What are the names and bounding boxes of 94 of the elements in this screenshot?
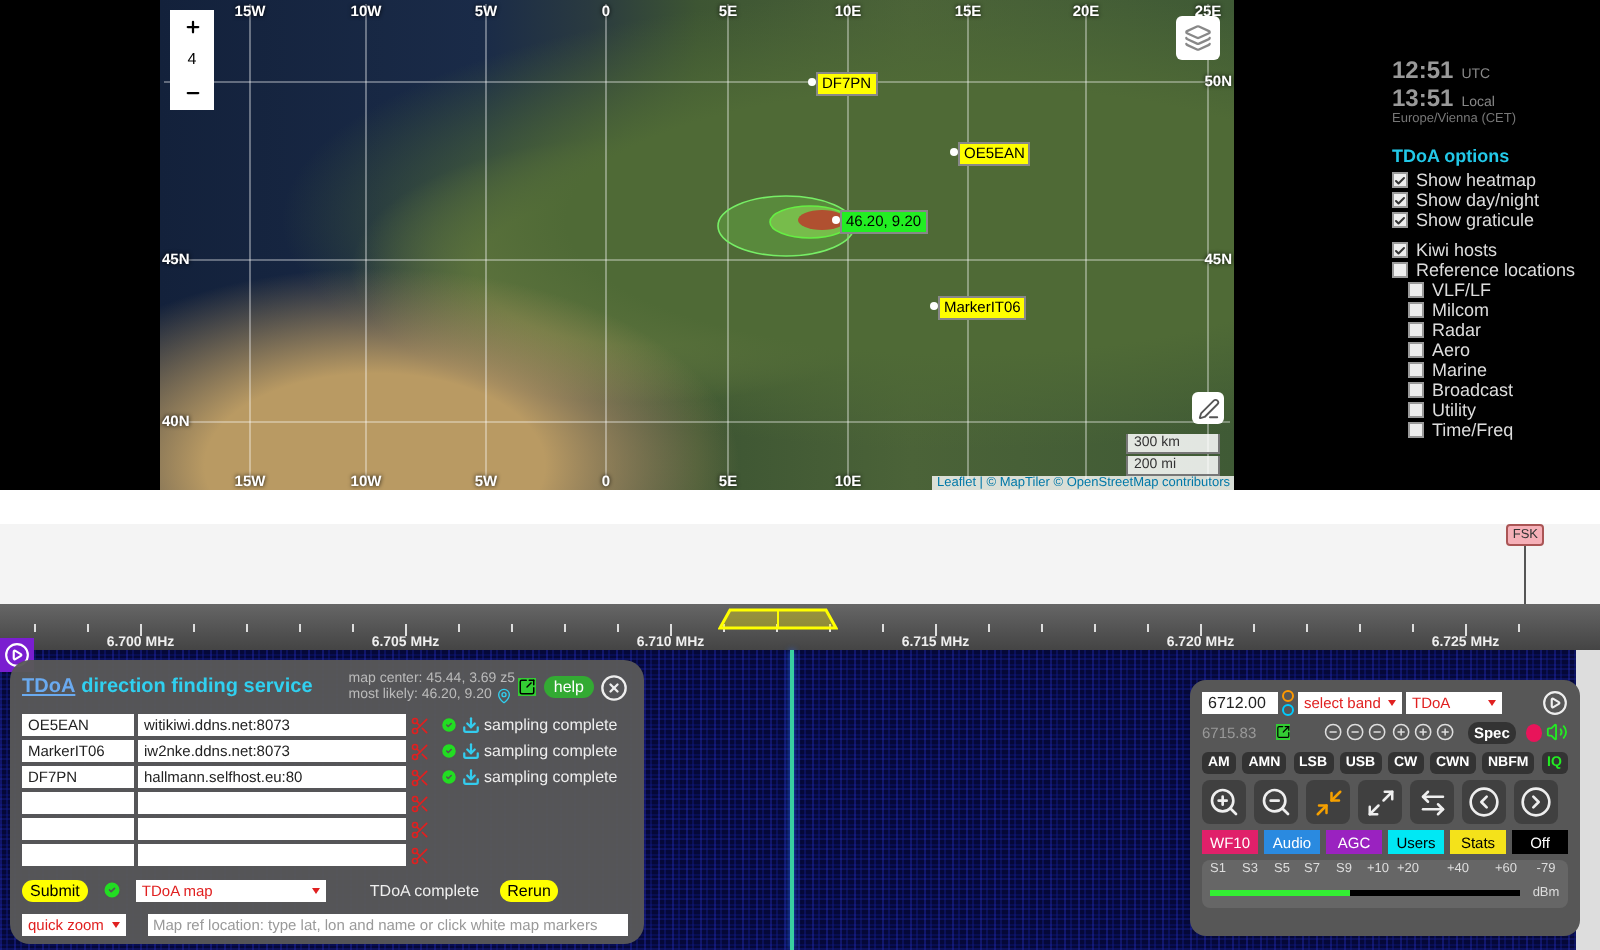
- checkbox[interactable]: [1392, 212, 1408, 228]
- zoom-step-in-icon[interactable]: [1435, 722, 1454, 742]
- panel-title: direction finding service: [81, 676, 313, 698]
- zoom-step-out-icon[interactable]: [1346, 722, 1365, 742]
- checkbox[interactable]: [1408, 322, 1424, 338]
- zoom-out-button[interactable]: [1254, 780, 1298, 824]
- download-icon[interactable]: [462, 768, 480, 786]
- frequency-field[interactable]: 6712.00: [1202, 691, 1278, 713]
- option-label: Marine: [1432, 360, 1488, 380]
- marker-dot: [832, 216, 840, 224]
- submit-button[interactable]: Submit: [22, 879, 88, 901]
- host-url-field[interactable]: [138, 818, 406, 840]
- layers-icon: [1184, 24, 1212, 52]
- download-icon[interactable]: [462, 716, 480, 734]
- status-text: sampling complete: [484, 716, 618, 734]
- host-url-field[interactable]: [138, 844, 406, 866]
- check-icon: [440, 742, 458, 760]
- chevron-right-icon: [1520, 786, 1552, 818]
- download-icon[interactable]: [462, 742, 480, 760]
- host-name-field[interactable]: [22, 792, 134, 814]
- checkbox[interactable]: [1392, 242, 1408, 258]
- checkbox[interactable]: [1408, 282, 1424, 298]
- option-label: Kiwi hosts: [1416, 240, 1498, 260]
- marker-dot: [950, 148, 958, 156]
- option-label: Aero: [1432, 340, 1471, 360]
- checkbox[interactable]: [1408, 402, 1424, 418]
- option-label: Radar: [1432, 320, 1482, 340]
- swap-button[interactable]: [1410, 780, 1454, 824]
- clock-time: 13:51: [1392, 84, 1454, 112]
- play-icon[interactable]: [1542, 689, 1568, 715]
- play-icon: [4, 642, 30, 668]
- zoom-out-icon: [1260, 786, 1292, 818]
- option-label: Show graticule: [1416, 210, 1535, 230]
- host-url-field[interactable]: [138, 792, 406, 814]
- host-name-field[interactable]: [22, 844, 134, 866]
- caret-icon: [111, 922, 120, 928]
- caret-icon: [1488, 699, 1496, 705]
- caret-icon: [311, 887, 320, 893]
- option-label: Milcom: [1432, 300, 1489, 320]
- step-down-icon[interactable]: [1282, 703, 1294, 715]
- option-label: Show heatmap: [1416, 170, 1537, 190]
- status-text: sampling complete: [484, 742, 618, 760]
- clock-time: 12:51: [1392, 56, 1454, 84]
- speaker-icon[interactable]: [1546, 720, 1569, 744]
- checkbox[interactable]: [1392, 262, 1408, 278]
- checkbox[interactable]: [1408, 302, 1424, 318]
- pen-icon: [1197, 397, 1219, 419]
- draw-button[interactable]: [1192, 392, 1224, 424]
- forward-button[interactable]: [1514, 780, 1558, 824]
- host-name-field[interactable]: [22, 818, 134, 840]
- compress-arrows-icon: [1313, 787, 1343, 817]
- back-button[interactable]: [1462, 780, 1506, 824]
- zoom-step-in-icon[interactable]: [1413, 722, 1432, 742]
- plus-icon: [183, 18, 201, 36]
- zoom-step-out-icon[interactable]: [1324, 722, 1343, 742]
- marker-dot: [930, 302, 938, 310]
- caret-icon: [1388, 699, 1396, 705]
- check-icon: [440, 716, 458, 734]
- open-icon[interactable]: [517, 678, 536, 696]
- option-label: VLF/LF: [1432, 280, 1492, 300]
- zoom-in-icon: [1208, 786, 1240, 818]
- passband-drawing: [718, 608, 838, 630]
- option-label: Broadcast: [1432, 380, 1514, 400]
- pin-icon: [495, 687, 512, 703]
- marker-dot: [808, 78, 816, 86]
- checkbox[interactable]: [1408, 362, 1424, 378]
- swap-arrows-icon: [1417, 787, 1447, 817]
- expand-button[interactable]: [1358, 780, 1402, 824]
- zoom-level: 4: [187, 48, 197, 72]
- checkbox[interactable]: [1408, 422, 1424, 438]
- compress-button[interactable]: [1306, 780, 1350, 824]
- zoom-step-out-icon[interactable]: [1368, 722, 1388, 742]
- check-icon: [101, 880, 122, 900]
- chevron-left-icon: [1468, 786, 1500, 818]
- checkbox[interactable]: [1408, 382, 1424, 398]
- step-up-icon[interactable]: [1282, 689, 1294, 701]
- check-icon: [440, 768, 458, 786]
- checkbox[interactable]: [1392, 172, 1408, 188]
- layers-button[interactable]: [1176, 16, 1220, 60]
- option-label: Time/Freq: [1432, 420, 1514, 440]
- status-text: sampling complete: [484, 768, 618, 786]
- option-label: Reference locations: [1416, 260, 1576, 280]
- close-icon[interactable]: [600, 673, 628, 701]
- checkbox[interactable]: [1408, 342, 1424, 358]
- option-label: Show day/night: [1416, 190, 1540, 210]
- zoom-in-button[interactable]: [1202, 780, 1246, 824]
- option-label: Utility: [1432, 400, 1476, 420]
- checkbox[interactable]: [1392, 192, 1408, 208]
- options-title: TDoA options: [1392, 146, 1512, 166]
- expand-arrows-icon: [1365, 787, 1395, 817]
- result-status-text: TDoA complete: [369, 881, 480, 899]
- zoom-step-in-icon[interactable]: [1391, 722, 1410, 742]
- rerun-button[interactable]: Rerun: [499, 879, 559, 901]
- open-icon[interactable]: [1276, 724, 1291, 740]
